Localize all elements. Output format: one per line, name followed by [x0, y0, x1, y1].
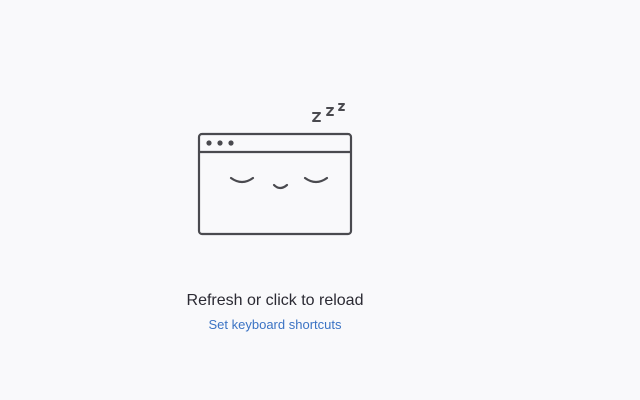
set-keyboard-shortcuts-link[interactable]: Set keyboard shortcuts [0, 317, 550, 333]
window-dot-icon [228, 140, 234, 146]
sleeping-tab-page[interactable]: Refresh or click to reload Set keyboard … [0, 0, 640, 400]
window-frame [197, 132, 353, 236]
window-dot-icon [217, 140, 223, 146]
window-dot-icon [206, 140, 212, 146]
reload-message[interactable]: Refresh or click to reload [0, 291, 550, 311]
closed-eye-right [303, 176, 329, 184]
closed-eye-left [229, 176, 255, 184]
sleeping-window-illustration [197, 103, 353, 236]
snore-zzz-icon [312, 103, 345, 122]
smile-mouth [272, 183, 289, 190]
